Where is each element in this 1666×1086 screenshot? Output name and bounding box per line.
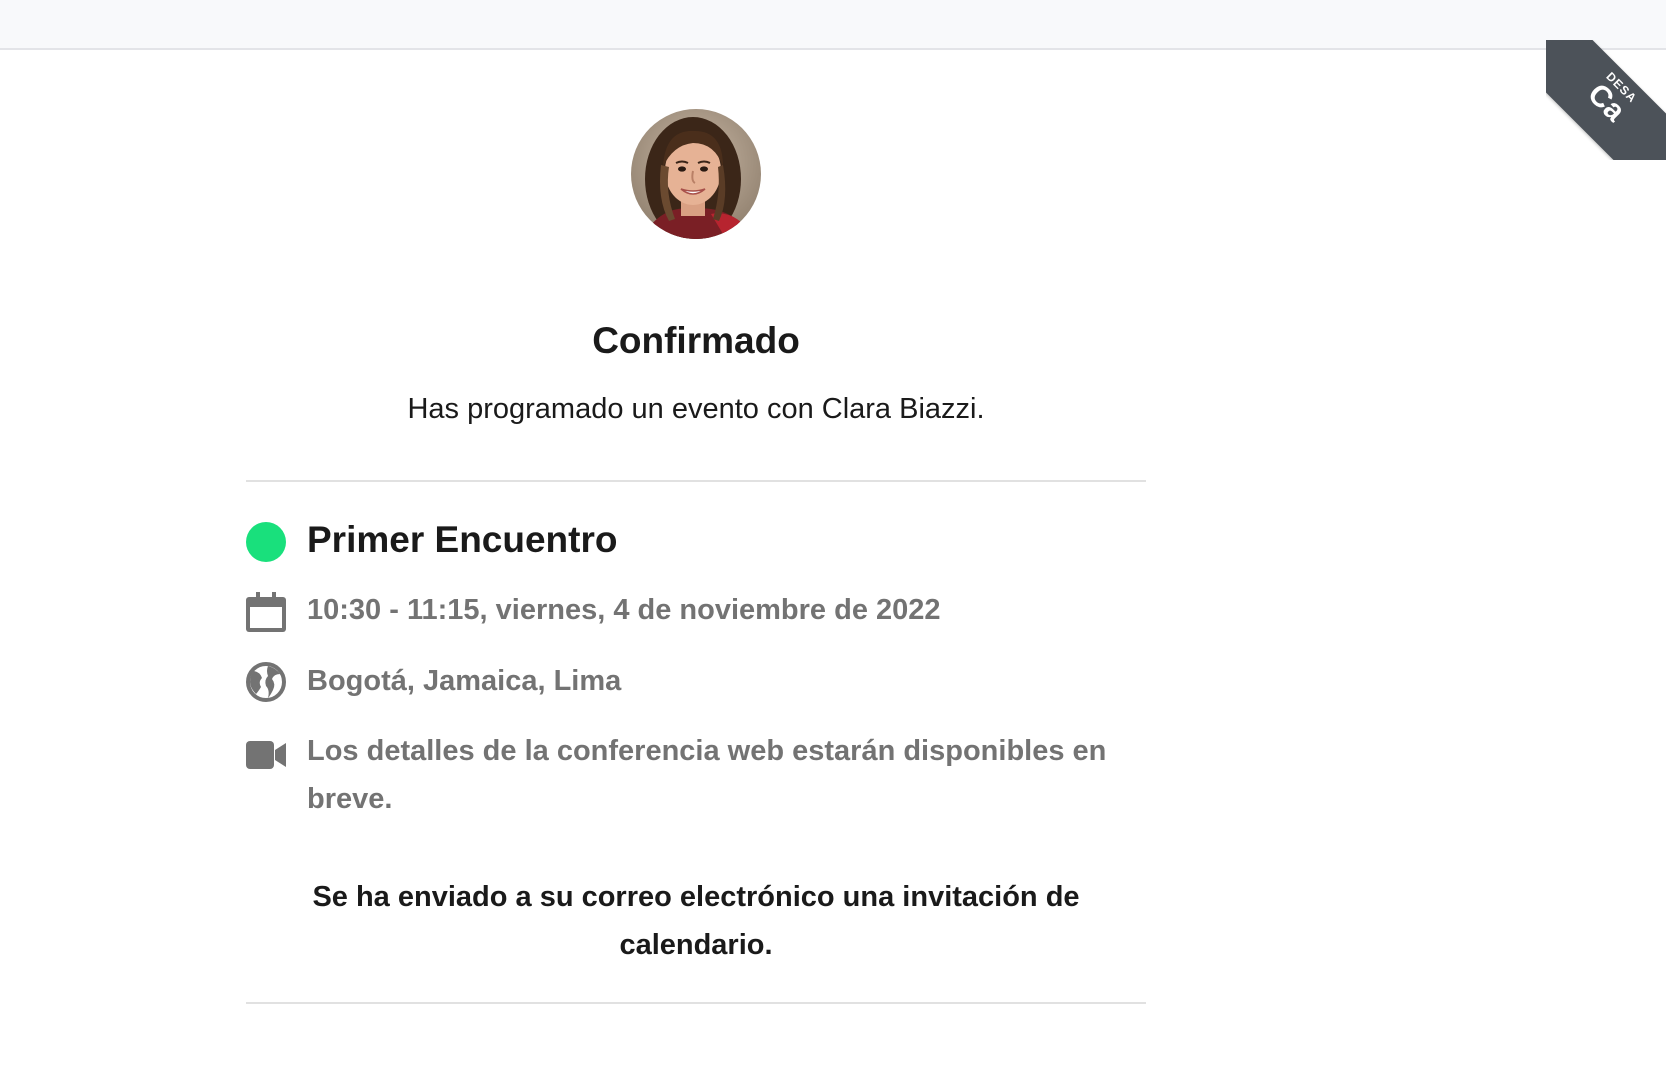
globe-icon bbox=[246, 662, 286, 702]
event-datetime: 10:30 - 11:15, viernes, 4 de noviembre d… bbox=[307, 594, 941, 626]
event-timezone: Bogotá, Jamaica, Lima bbox=[307, 665, 622, 697]
invite-message: Se ha enviado a su correo electrónico un… bbox=[312, 881, 1080, 961]
event-conference: Los detalles de la conferencia web estar… bbox=[307, 735, 1107, 815]
event-name: Primer Encuentro bbox=[307, 519, 618, 560]
avatar bbox=[631, 109, 761, 239]
avatar-photo bbox=[631, 109, 761, 239]
divider-bottom bbox=[246, 1002, 1146, 1004]
event-color-dot bbox=[246, 522, 286, 562]
divider-top bbox=[246, 480, 1146, 482]
page-subtitle: Has programado un evento con Clara Biazz… bbox=[407, 393, 985, 425]
calendar-icon bbox=[246, 592, 286, 632]
video-camera-icon bbox=[246, 740, 286, 780]
top-bar bbox=[0, 0, 1666, 50]
corner-ribbon[interactable]: DESA Ca bbox=[1546, 40, 1666, 160]
page-title: Confirmado bbox=[592, 320, 800, 361]
